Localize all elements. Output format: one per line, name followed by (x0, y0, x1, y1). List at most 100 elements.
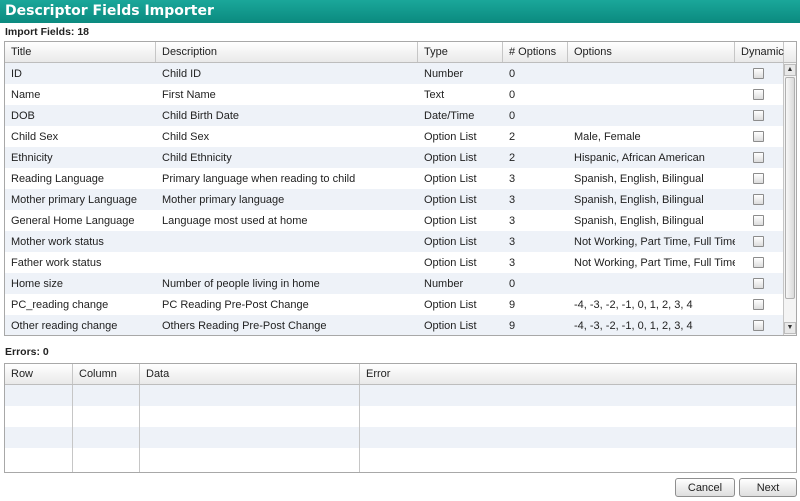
cell-title: PC_reading change (11, 299, 109, 311)
cell-description: Language most used at home (162, 215, 308, 227)
cell-num-options: 3 (509, 173, 516, 185)
cell-options: Male, Female (574, 131, 641, 143)
cell-type: Option List (424, 173, 477, 185)
dynamic-checkbox[interactable] (753, 110, 764, 121)
column-header-dynamic[interactable]: Dynamic (735, 42, 784, 62)
cell-options (568, 105, 735, 126)
cell-type: Option List (424, 257, 477, 269)
cell-description: Child Birth Date (162, 110, 240, 122)
dynamic-checkbox[interactable] (753, 131, 764, 142)
triangle-up-icon[interactable]: ▲ (784, 64, 796, 76)
import-scrollbar[interactable]: ▲ ▼ (783, 63, 796, 335)
column-header-data[interactable]: Data (140, 364, 360, 384)
column-header-error[interactable]: Error (360, 364, 796, 384)
import-fields-table: Title Description Type # Options Options… (4, 41, 797, 336)
dynamic-checkbox[interactable] (753, 299, 764, 310)
errors-label: Errors: 0 (5, 346, 49, 358)
cell-num-options: 0 (509, 278, 516, 290)
dynamic-checkbox[interactable] (753, 68, 764, 79)
table-row[interactable]: Name First Name Text 0 (5, 84, 783, 105)
column-header-title[interactable]: Title (5, 42, 156, 62)
table-row[interactable]: DOB Child Birth Date Date/Time 0 (5, 105, 783, 126)
cell-options: Spanish, English, Bilingual (574, 215, 704, 227)
cell-title: Mother work status (11, 236, 104, 248)
cancel-button[interactable]: Cancel (675, 478, 735, 497)
dynamic-checkbox[interactable] (753, 194, 764, 205)
cell-num-options: 2 (509, 131, 516, 143)
dynamic-checkbox[interactable] (753, 89, 764, 100)
cell-num-options: 3 (509, 257, 516, 269)
dynamic-checkbox[interactable] (753, 278, 764, 289)
cell-options (568, 84, 735, 105)
column-header-type[interactable]: Type (418, 42, 503, 62)
cell-description: Mother primary language (162, 194, 285, 206)
column-divider (359, 385, 360, 472)
cell-description: Child Sex (162, 131, 210, 143)
table-row[interactable]: PC_reading change PC Reading Pre-Post Cha… (5, 294, 783, 315)
column-header-num-options[interactable]: # Options (503, 42, 568, 62)
error-row-empty (5, 427, 796, 448)
cell-description: Child Ethnicity (162, 152, 232, 164)
cell-num-options: 3 (509, 215, 516, 227)
cell-description: Number of people living in home (162, 278, 320, 290)
scroll-thumb[interactable] (785, 77, 795, 299)
cell-num-options: 3 (509, 194, 516, 206)
cell-options: Not Working, Part Time, Full Time (574, 257, 735, 269)
dynamic-checkbox[interactable] (753, 152, 764, 163)
dynamic-checkbox[interactable] (753, 215, 764, 226)
error-row-empty (5, 406, 796, 427)
cell-title: Mother primary Language (11, 194, 137, 206)
cell-num-options: 3 (509, 236, 516, 248)
column-header-column[interactable]: Column (73, 364, 140, 384)
cell-title: Other reading change (11, 320, 118, 332)
cell-options (568, 63, 735, 84)
cell-num-options: 9 (509, 320, 516, 332)
column-divider (139, 385, 140, 472)
cell-type: Option List (424, 320, 477, 332)
table-row[interactable]: Other reading change Others Reading Pre-P… (5, 315, 783, 335)
cell-options: Hispanic, African American (574, 152, 705, 164)
cell-title: Father work status (11, 257, 102, 269)
cell-title: DOB (11, 110, 35, 122)
cell-type: Number (424, 68, 464, 80)
import-fields-label: Import Fields: 18 (5, 26, 90, 38)
triangle-down-icon[interactable]: ▼ (784, 322, 796, 334)
column-header-row[interactable]: Row (5, 364, 73, 384)
next-button[interactable]: Next (739, 478, 797, 497)
table-row[interactable]: Father work status Option List 3 Not Workin… (5, 252, 783, 273)
dynamic-checkbox[interactable] (753, 257, 764, 268)
window-title: Descriptor Fields Importer (0, 0, 800, 23)
column-header-options[interactable]: Options (568, 42, 735, 62)
dynamic-checkbox[interactable] (753, 236, 764, 247)
cell-num-options: 9 (509, 299, 516, 311)
table-row[interactable]: Home size Number of people living in home… (5, 273, 783, 294)
cell-type: Option List (424, 215, 477, 227)
cell-options: Not Working, Part Time, Full Time (574, 236, 735, 248)
table-row[interactable]: General Home Language Language most used … (5, 210, 783, 231)
cell-options: -4, -3, -2, -1, 0, 1, 2, 3, 4 (574, 320, 693, 332)
cell-title: ID (11, 68, 22, 80)
cell-description: Primary language when reading to child (162, 173, 356, 185)
cell-num-options: 0 (509, 68, 516, 80)
cell-title: Home size (11, 278, 63, 290)
table-row[interactable]: ID Child ID Number 0 (5, 63, 783, 84)
table-row[interactable]: Child Sex Child Sex Option List 2 Male, Fema… (5, 126, 783, 147)
table-row[interactable]: Reading Language Primary language when re… (5, 168, 783, 189)
cell-options: -4, -3, -2, -1, 0, 1, 2, 3, 4 (574, 299, 693, 311)
dynamic-checkbox[interactable] (753, 173, 764, 184)
table-row[interactable]: Mother work status Option List 3 Not Workin… (5, 231, 783, 252)
table-row[interactable]: Mother primary Language Mother primary la… (5, 189, 783, 210)
column-divider (72, 385, 73, 472)
cell-title: Child Sex (11, 131, 59, 143)
dynamic-checkbox[interactable] (753, 320, 764, 331)
cell-type: Option List (424, 236, 477, 248)
table-row[interactable]: Ethnicity Child Ethnicity Option List 2 Hisp… (5, 147, 783, 168)
import-table-header: Title Description Type # Options Options… (5, 42, 796, 63)
cell-title: Reading Language (11, 173, 104, 185)
cell-num-options: 0 (509, 110, 516, 122)
error-row-empty (5, 448, 796, 469)
cell-description: Others Reading Pre-Post Change (162, 320, 327, 332)
cell-title: General Home Language (11, 215, 135, 227)
column-header-description[interactable]: Description (156, 42, 418, 62)
cell-description: PC Reading Pre-Post Change (162, 299, 309, 311)
